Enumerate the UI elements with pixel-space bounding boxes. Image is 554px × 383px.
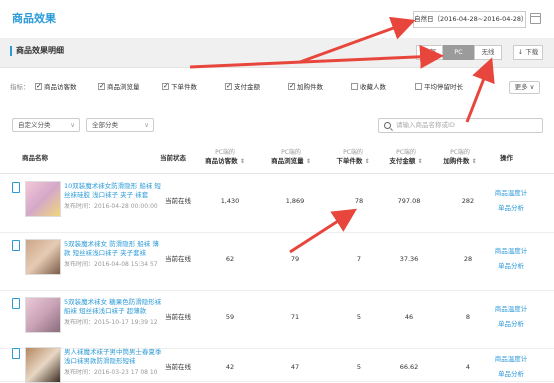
product-thumbnail[interactable] xyxy=(25,297,61,333)
sort-icon[interactable]: ⇕ xyxy=(418,158,423,165)
page-title: 商品效果 xyxy=(12,12,56,25)
views-cell: 79 xyxy=(290,255,300,263)
status-cell: 当前在线 xyxy=(165,313,191,321)
status-cell: 当前在线 xyxy=(165,363,191,371)
sort-icon[interactable]: ⇕ xyxy=(306,158,311,165)
views-cell: 47 xyxy=(290,363,300,371)
metric-payment[interactable]: 支付金额 xyxy=(225,81,260,92)
col-views[interactable]: PC端的 商品浏览量 ⇕ xyxy=(269,148,313,166)
product-thumbnail[interactable] xyxy=(25,347,61,383)
checkbox-icon[interactable] xyxy=(288,81,295,91)
product-thumbnail[interactable] xyxy=(25,181,61,217)
sort-icon[interactable]: ⇕ xyxy=(365,158,370,165)
views-cell: 1,869 xyxy=(285,197,305,205)
orders-cell: 78 xyxy=(354,197,364,205)
more-metrics-button[interactable]: 更多 ∨ xyxy=(509,81,540,94)
metrics-label: 指标： xyxy=(10,83,30,91)
calendar-icon[interactable] xyxy=(530,13,541,24)
status-cell: 当前在线 xyxy=(165,255,191,263)
product-name-link[interactable]: 男人袜魔术袜子男中筒男士春夏季浅口袜男款防滑隐形短袜 xyxy=(64,348,162,366)
visitors-cell: 59 xyxy=(225,313,235,321)
device-icon xyxy=(12,348,20,359)
sort-icon[interactable]: ⇕ xyxy=(472,158,477,165)
single-item-analysis-link[interactable]: 单品分析 xyxy=(490,320,532,329)
col-name: 商品名称 xyxy=(22,154,48,162)
metric-cart[interactable]: 加购件数 xyxy=(288,81,323,92)
col-payment[interactable]: PC端的 支付金额 ⇕ xyxy=(383,148,429,166)
single-item-analysis-link[interactable]: 单品分析 xyxy=(490,204,532,213)
product-name-link[interactable]: 5双装魔术袜女 防滑隐形 船袜 薄款 短丝袜浅口袜子 夹子套袜 xyxy=(64,240,162,258)
col-operation: 操作 xyxy=(500,154,513,162)
single-item-analysis-link[interactable]: 单品分析 xyxy=(490,262,532,271)
publish-time: 发布时间：2016-04-08 15:34 57 xyxy=(64,261,158,268)
payment-cell: 797.08 xyxy=(397,197,421,205)
custom-category-select[interactable]: 自定义分类 ∨ xyxy=(12,118,80,132)
status-cell: 当前在线 xyxy=(165,197,191,205)
cart-cell: 282 xyxy=(461,197,475,205)
cart-cell: 28 xyxy=(463,255,473,263)
publish-time: 发布时间：2016-03-23 17 08 10 xyxy=(64,369,158,376)
device-icon xyxy=(12,298,20,309)
col-status: 当前状态 xyxy=(160,154,186,162)
payment-cell: 46 xyxy=(404,313,414,321)
orders-cell: 7 xyxy=(356,255,362,263)
publish-time: 发布时间：2015-10-17 19:39 12 xyxy=(64,319,158,326)
tab-wireless[interactable]: 无线 xyxy=(474,45,502,60)
visitors-cell: 42 xyxy=(225,363,235,371)
visitors-cell: 1,430 xyxy=(220,197,240,205)
chevron-down-icon: ∨ xyxy=(144,121,149,129)
orders-cell: 5 xyxy=(356,313,362,321)
product-name-link[interactable]: 5双装魔术袜女 糖果色防滑隐形袜船袜 短丝袜浅口袜子 超薄款 xyxy=(64,298,162,316)
download-button[interactable]: ↓ 下载 xyxy=(513,45,543,60)
col-cart[interactable]: PC端的 加购件数 ⇕ xyxy=(437,148,483,166)
search-icon xyxy=(384,122,391,129)
thermometer-link[interactable]: 商品温度计 xyxy=(490,305,532,314)
thermometer-link[interactable]: 商品温度计 xyxy=(490,247,532,256)
checkbox-icon[interactable] xyxy=(415,83,422,90)
checkbox-icon[interactable] xyxy=(225,81,232,91)
col-orders[interactable]: PC端的 下单件数 ⇕ xyxy=(333,148,373,166)
checkbox-icon[interactable] xyxy=(35,81,42,91)
checkbox-icon[interactable] xyxy=(162,81,169,91)
single-item-analysis-link[interactable]: 单品分析 xyxy=(490,370,532,379)
all-category-select[interactable]: 全部分类 ∨ xyxy=(86,118,154,132)
metric-favorites[interactable]: 收藏人数 xyxy=(351,82,386,92)
col-visitors[interactable]: PC端的 商品访客数 ⇕ xyxy=(203,148,247,166)
chevron-down-icon: ∨ xyxy=(70,121,75,129)
sort-icon[interactable]: ⇕ xyxy=(240,158,245,165)
table-row: 10双装魔术袜女防滑隐形 船袜 短丝袜硅胶 浅口袜子 夹子 袜套发布时间：201… xyxy=(0,175,554,233)
device-icon xyxy=(12,240,20,251)
metric-views[interactable]: 商品浏览量 xyxy=(98,81,140,92)
metric-visitors[interactable]: 商品访客数 xyxy=(35,81,77,92)
thermometer-link[interactable]: 商品温度计 xyxy=(490,189,532,198)
payment-cell: 66.62 xyxy=(399,363,419,371)
table-header: 商品名称 当前状态 PC端的 商品访客数 ⇕ PC端的 商品浏览量 ⇕ PC端的 下单… xyxy=(0,144,554,174)
publish-time: 发布时间：2016-04-28 00:00:00 xyxy=(64,203,158,210)
tab-pc[interactable]: PC xyxy=(443,45,474,60)
table-row: 5双装魔术袜女 防滑隐形 船袜 薄款 短丝袜浅口袜子 夹子套袜发布时间：2016… xyxy=(0,233,554,291)
visitors-cell: 62 xyxy=(225,255,235,263)
date-range-picker[interactable]: 自然日（2016-04-28~2016-04-28） xyxy=(413,11,528,28)
metrics-row: 指标： 商品访客数 商品浏览量 下单件数 支付金额 加购件数 收藏人数 平均停留… xyxy=(10,81,550,94)
cart-cell: 4 xyxy=(465,363,471,371)
views-cell: 71 xyxy=(290,313,300,321)
cart-cell: 8 xyxy=(465,313,471,321)
device-icon xyxy=(12,182,20,193)
section-title: 商品效果明细 xyxy=(10,46,64,56)
checkbox-icon[interactable] xyxy=(98,81,105,91)
thermometer-link[interactable]: 商品温度计 xyxy=(490,355,532,364)
metric-stay-time[interactable]: 平均停留时长 xyxy=(415,82,463,92)
search-input[interactable]: 请输入商品名称或ID xyxy=(378,118,543,133)
checkbox-icon[interactable] xyxy=(351,83,358,90)
product-thumbnail[interactable] xyxy=(25,239,61,275)
table-row: 男人袜魔术袜子男中筒男士春夏季浅口袜男款防滑隐形短袜发布时间：2016-03-2… xyxy=(0,341,554,383)
payment-cell: 37.36 xyxy=(399,255,419,263)
product-name-link[interactable]: 10双装魔术袜女防滑隐形 船袜 短丝袜硅胶 浅口袜子 夹子 袜套 xyxy=(64,182,162,200)
tab-all[interactable]: 全部 xyxy=(416,45,443,60)
metric-orders[interactable]: 下单件数 xyxy=(162,81,197,92)
orders-cell: 5 xyxy=(356,363,362,371)
